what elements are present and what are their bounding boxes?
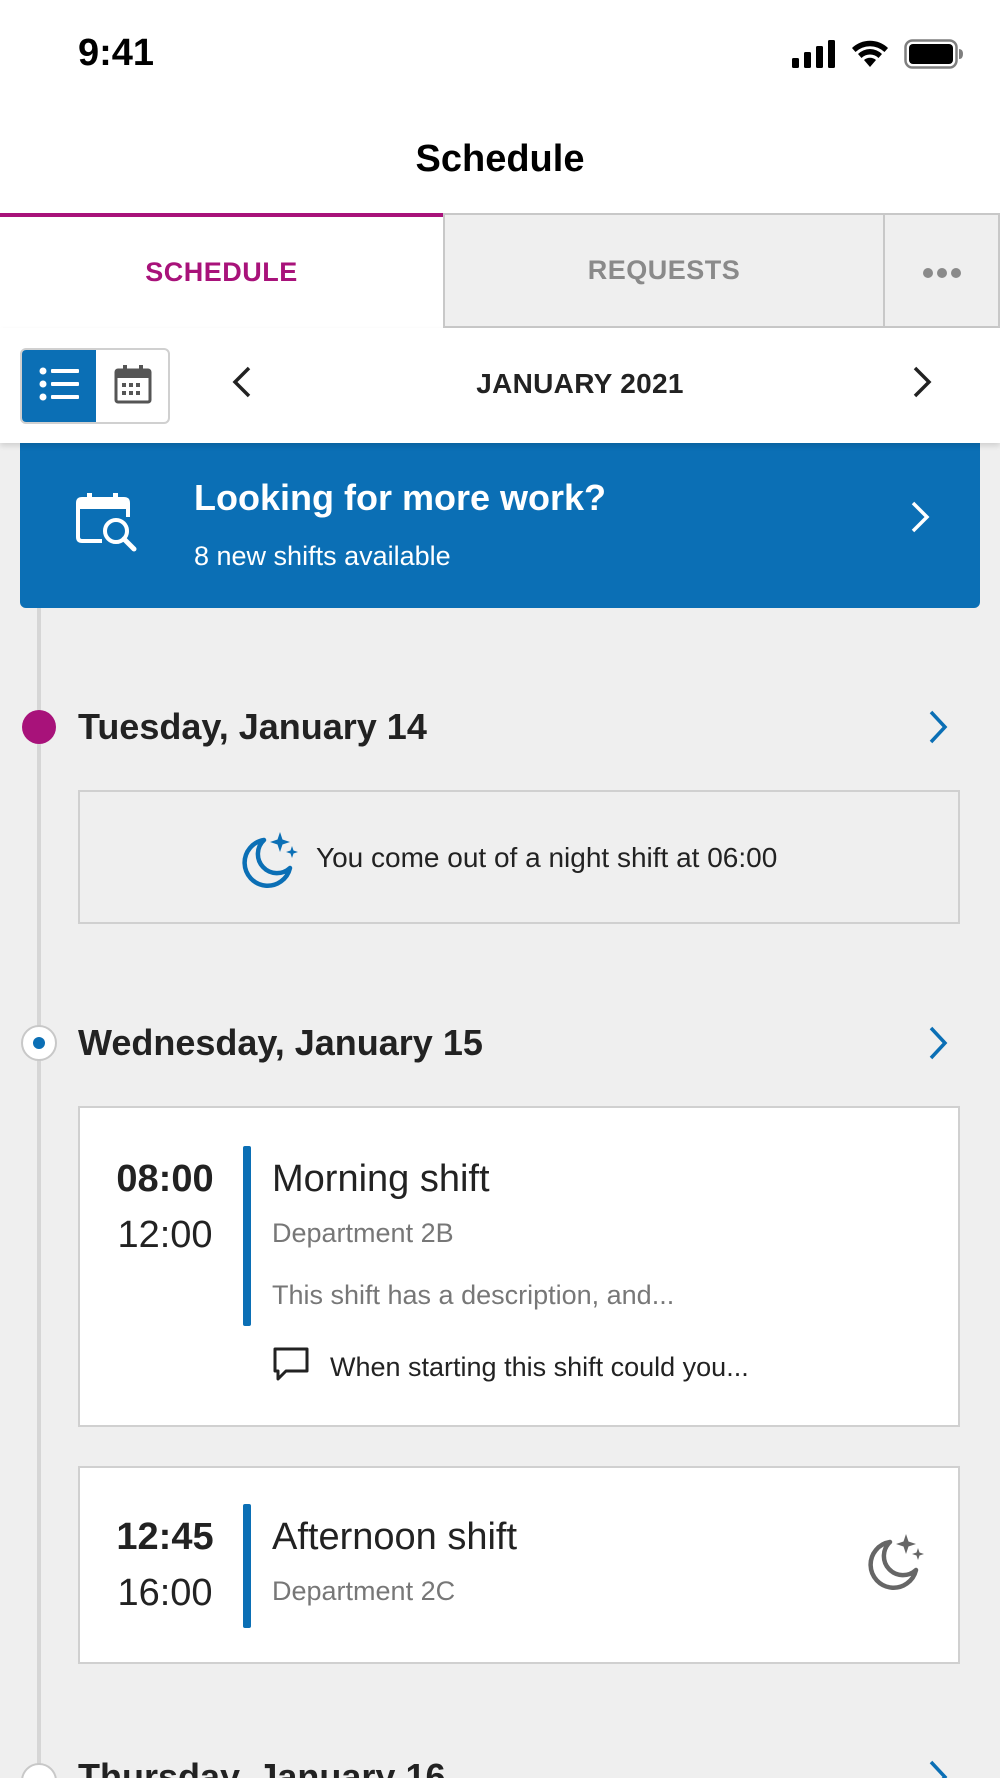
month-toolbar: JANUARY 2021: [0, 328, 1000, 443]
day-heading: Tuesday, January 14: [78, 706, 427, 747]
calendar-view-button[interactable]: [96, 350, 168, 422]
shift-department: Department 2B: [272, 1218, 454, 1248]
current-month: JANUARY 2021: [476, 368, 684, 399]
shift-start-time: 08:00: [116, 1158, 214, 1200]
calendar-view-icon: [114, 364, 152, 409]
status-bar: 9:41: [0, 0, 1000, 110]
app-header: Schedule: [0, 110, 1000, 213]
shift-color-bar: [243, 1146, 251, 1326]
timeline-dot-upcoming: [21, 1025, 57, 1061]
more-work-banner[interactable]: Looking for more work? 8 new shifts avai…: [20, 443, 980, 608]
status-time: 9:41: [78, 32, 155, 74]
page-title: Schedule: [415, 138, 585, 180]
wifi-icon: [850, 39, 890, 74]
day-open-button[interactable]: [928, 1026, 948, 1065]
tab-more[interactable]: [885, 213, 1000, 328]
calendar-search-icon: [76, 491, 138, 558]
notice-text: You come out of a night shift at 06:00: [316, 842, 778, 873]
day-open-button[interactable]: [928, 710, 948, 749]
timeline-dot-today: [22, 710, 56, 744]
timeline-line: [37, 608, 41, 1778]
night-shift-notice: You come out of a night shift at 06:00: [78, 790, 960, 924]
comment-icon: [272, 1346, 310, 1387]
shift-card[interactable]: 12:45 16:00 Afternoon shift Department 2…: [78, 1466, 960, 1664]
list-view-button[interactable]: [22, 350, 96, 422]
night-moon-icon: [236, 830, 298, 897]
shift-start-time: 12:45: [116, 1516, 214, 1558]
shift-card[interactable]: 08:00 12:00 Morning shift Department 2B …: [78, 1106, 960, 1427]
chevron-right-icon: [912, 366, 932, 403]
shift-department: Department 2C: [272, 1576, 456, 1606]
day-open-button[interactable]: [928, 1760, 948, 1778]
shift-end-time: 16:00: [117, 1572, 213, 1614]
tab-requests[interactable]: REQUESTS: [443, 213, 885, 328]
shift-name: Afternoon shift: [272, 1516, 518, 1558]
next-month-button[interactable]: [902, 358, 942, 410]
shift-end-time: 12:00: [117, 1214, 213, 1256]
status-icons: [792, 38, 964, 74]
tab-bar: SCHEDULE REQUESTS: [0, 213, 1000, 328]
shift-description: This shift has a description, and...: [272, 1280, 675, 1310]
signal-icon: [792, 39, 836, 73]
previous-month-button[interactable]: [222, 358, 262, 410]
chevron-left-icon: [232, 366, 252, 403]
chevron-right-icon: [910, 501, 930, 538]
banner-title: Looking for more work?: [194, 477, 607, 518]
shift-note: When starting this shift could you...: [330, 1352, 749, 1382]
view-toggle: [20, 348, 170, 424]
timeline-dot-future: [21, 1763, 57, 1778]
day-heading: Thursday, January 16: [78, 1756, 446, 1778]
night-moon-icon: [862, 1532, 924, 1599]
battery-icon: [904, 38, 964, 74]
banner-subtitle: 8 new shifts available: [194, 541, 451, 571]
shift-name: Morning shift: [272, 1158, 490, 1200]
tab-schedule[interactable]: SCHEDULE: [0, 213, 443, 328]
more-icon: [922, 255, 962, 286]
list-view-icon: [39, 367, 79, 406]
shift-color-bar: [243, 1504, 251, 1628]
day-heading: Wednesday, January 15: [78, 1022, 483, 1063]
